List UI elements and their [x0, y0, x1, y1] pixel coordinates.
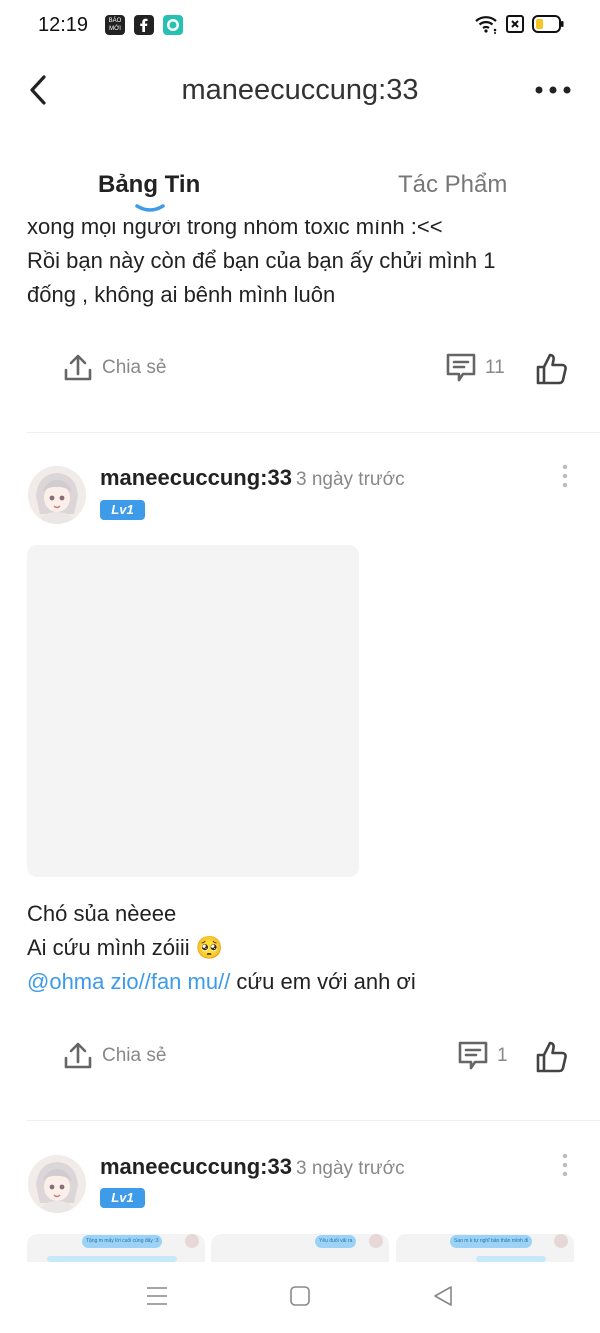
comment-button[interactable]: 11: [445, 352, 505, 384]
battery-icon: [532, 15, 564, 33]
more-vertical-icon: [562, 1153, 568, 1177]
more-options-button[interactable]: [534, 80, 572, 100]
post-2-line: Chó sủa nèeee: [27, 901, 177, 926]
post-options-button[interactable]: [560, 464, 570, 488]
thumbs-up-icon: [536, 1041, 567, 1073]
post-divider: [27, 432, 600, 433]
like-button[interactable]: [535, 1040, 569, 1079]
avatar[interactable]: [28, 466, 86, 524]
post-author-line: maneecuccung:33 3 ngày trước: [100, 1154, 405, 1180]
post-2-mention-line: @ohma zio//fan mu// cứu em với anh ơi: [27, 965, 582, 999]
post-1-line: Rồi bạn này còn để bạn của bạn ấy chửi m…: [27, 248, 496, 273]
share-icon: [64, 1042, 92, 1069]
post-1-actions: Chia sẻ 11: [0, 352, 600, 392]
tab-tac-pham[interactable]: Tác Phẩm: [398, 171, 507, 199]
thumbs-up-icon: [536, 353, 567, 385]
post-image-thumbnail[interactable]: Yêu đuối vãi ra: [211, 1234, 389, 1264]
facebook-app-icon: [134, 15, 154, 35]
more-horizontal-icon: [535, 86, 571, 94]
comment-icon: [446, 353, 476, 382]
comment-count: 11: [485, 357, 505, 378]
active-tab-indicator: [135, 204, 165, 212]
author-name[interactable]: maneecuccung:33: [100, 1154, 292, 1179]
level-badge: Lv1: [100, 500, 145, 520]
share-button[interactable]: Chia sẻ: [62, 352, 166, 384]
post-author-line: maneecuccung:33 3 ngày trước: [100, 465, 405, 491]
mini-avatar: [185, 1234, 199, 1248]
post-options-button[interactable]: [560, 1153, 570, 1177]
status-time: 12:19: [38, 14, 89, 36]
messenger-app-icon: [163, 15, 183, 35]
more-vertical-icon: [562, 464, 568, 488]
share-label: Chia sẻ: [102, 357, 167, 378]
post-divider: [27, 1120, 600, 1121]
page-title: maneecuccung:33: [181, 74, 419, 106]
back-nav-button[interactable]: [431, 1284, 455, 1313]
chat-bubble-text: Sao m k tự nghĩ bản thân mình đi: [450, 1235, 533, 1248]
author-name[interactable]: maneecuccung:33: [100, 465, 292, 490]
baomoi-badge-text: BÁO MỚI: [108, 18, 122, 32]
wifi-icon: [475, 16, 497, 34]
back-triangle-icon: [434, 1286, 452, 1306]
post-1-line: đống , không ai bênh mình luôn: [27, 282, 336, 307]
comment-button[interactable]: 1: [457, 1040, 508, 1072]
like-button[interactable]: [535, 352, 569, 391]
chat-bubble-text: Tặng m mấy lời cuối cùng đấy :3: [82, 1235, 163, 1248]
tab-bang-tin[interactable]: Bảng Tin: [98, 171, 200, 199]
home-button[interactable]: [288, 1284, 312, 1313]
home-square-icon: [290, 1286, 310, 1306]
recent-apps-button[interactable]: [145, 1284, 169, 1313]
share-label: Chia sẻ: [102, 1045, 167, 1066]
post-time: 3 ngày trước: [295, 469, 405, 490]
avatar[interactable]: [28, 1155, 86, 1213]
mention-link[interactable]: @ohma zio//fan mu//: [27, 969, 230, 994]
mini-avatar: [369, 1234, 383, 1248]
post-2-actions: Chia sẻ 1: [0, 1040, 600, 1080]
post-time: 3 ngày trước: [295, 1158, 405, 1179]
post-image-thumbnail[interactable]: Tặng m mấy lời cuối cùng đấy :3: [27, 1234, 205, 1264]
comment-count: 1: [497, 1045, 508, 1066]
baomoi-app-icon: BÁO MỚI: [105, 15, 125, 35]
menu-icon: [147, 1287, 167, 1305]
level-badge: Lv1: [100, 1188, 145, 1208]
mention-suffix: cứu em với anh ơi: [230, 969, 416, 994]
chat-bubble-text: Yêu đuối vãi ra: [315, 1235, 357, 1248]
system-icons: [474, 14, 564, 34]
post-2-line: Ai cứu mình zóiii 🥺: [27, 935, 224, 960]
anime-avatar-image: [28, 1155, 86, 1213]
system-nav-bar: [0, 1262, 600, 1333]
post-image-thumbnail[interactable]: Sao m k tự nghĩ bản thân mình đi: [396, 1234, 574, 1264]
comment-icon: [458, 1041, 488, 1070]
sim-blocked-icon: [506, 15, 524, 33]
post-1-text: xong mọi người trong nhóm toxic mình :<<…: [27, 210, 582, 314]
status-bar: 12:19 BÁO MỚI: [0, 0, 600, 52]
post-2-text: Chó sủa nèeee Ai cứu mình zóiii 🥺 @ohma …: [27, 897, 582, 999]
post-image-placeholder[interactable]: [27, 545, 359, 877]
profile-tabs: Bảng Tin Tác Phẩm: [0, 165, 600, 220]
mini-avatar: [554, 1234, 568, 1248]
top-app-bar: maneecuccung:33: [0, 60, 600, 122]
share-icon: [64, 354, 92, 381]
anime-avatar-image: [28, 466, 86, 524]
share-button[interactable]: Chia sẻ: [62, 1040, 166, 1072]
